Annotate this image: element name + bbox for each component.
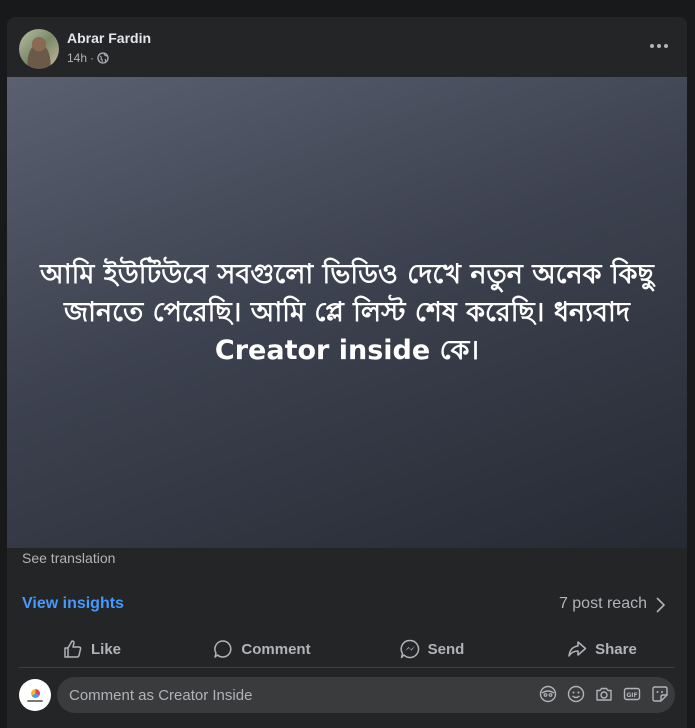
post-reach[interactable]: 7 post reach — [559, 595, 647, 613]
share-button[interactable]: Share — [517, 631, 687, 667]
sticker-icon[interactable] — [651, 685, 669, 703]
more-icon — [650, 44, 654, 48]
comment-composer[interactable]: GIF — [57, 677, 675, 713]
comment-tools: GIF — [539, 685, 669, 703]
post-header: Abrar Fardin 14h · — [7, 17, 687, 77]
creator-inside-logo — [30, 688, 40, 698]
like-icon — [64, 640, 82, 658]
divider — [19, 667, 675, 668]
send-label: Send — [427, 640, 465, 658]
post-text: আমি ইউটিউবে সবগুলো ভিডিও দেখে নতুন অনেক … — [40, 258, 654, 366]
send-button[interactable]: Send — [347, 631, 517, 667]
like-label: Like — [90, 640, 121, 658]
share-icon — [568, 641, 587, 657]
post-text-background[interactable]: আমি ইউটিউবে সবগুলো ভিডিও দেখে নতুন অনেক … — [7, 77, 687, 548]
emoji-icon[interactable] — [567, 685, 585, 703]
comment-icon — [214, 640, 232, 658]
view-insights-link[interactable]: View insights — [22, 595, 124, 613]
post-actions: Like Comment Send Share — [7, 631, 687, 667]
share-label: Share — [595, 640, 637, 658]
more-options-button[interactable] — [645, 34, 673, 58]
meta-separator: · — [90, 51, 95, 65]
comment-label: Comment — [241, 640, 311, 658]
svg-text:GIF: GIF — [626, 692, 637, 699]
gif-icon[interactable]: GIF — [623, 685, 641, 703]
author-name[interactable]: Abrar Fardin — [67, 30, 151, 46]
like-button[interactable]: Like — [7, 631, 177, 667]
comment-input[interactable] — [69, 677, 509, 713]
camera-icon[interactable] — [595, 685, 613, 703]
commenter-avatar[interactable] — [19, 679, 51, 711]
send-icon — [400, 639, 419, 659]
post-card: Abrar Fardin 14h · আমি ইউটিউবে সবগুলো ভি… — [7, 17, 687, 728]
see-translation-link[interactable]: See translation — [22, 550, 115, 566]
post-meta: 14h · — [67, 51, 109, 65]
globe-icon[interactable] — [97, 52, 109, 64]
avatar-sticker-icon[interactable] — [539, 685, 557, 703]
post-time[interactable]: 14h — [67, 51, 87, 65]
chevron-right-icon[interactable] — [653, 596, 667, 614]
author-avatar[interactable] — [19, 29, 59, 69]
comment-button[interactable]: Comment — [177, 631, 347, 667]
